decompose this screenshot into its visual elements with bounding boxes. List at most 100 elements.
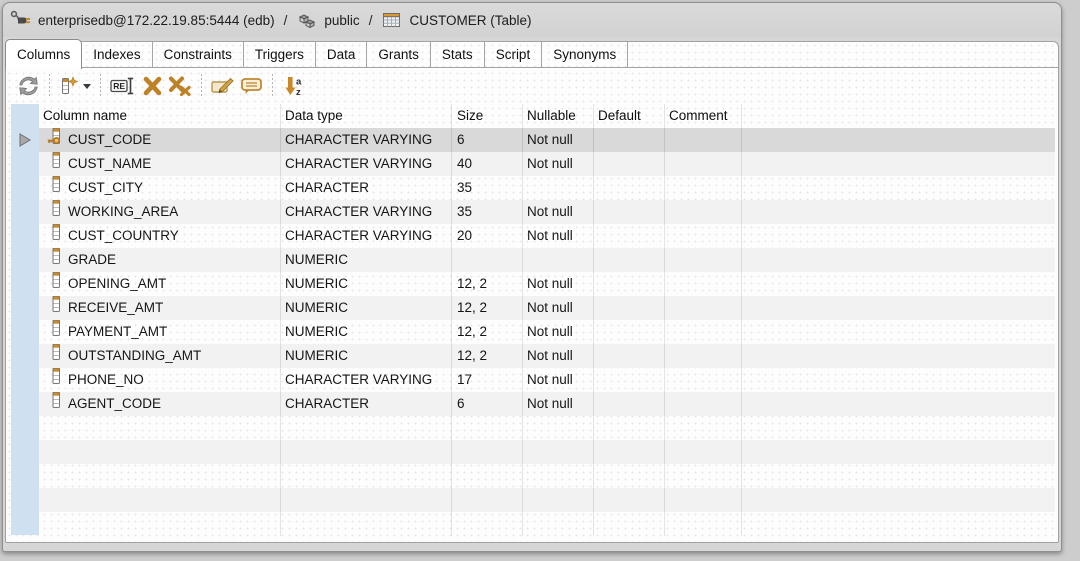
new-column-button[interactable]: [57, 72, 93, 100]
empty-row: [39, 512, 1055, 536]
edit-comment-button[interactable]: [209, 72, 237, 100]
column-icon: [47, 176, 68, 200]
cell-size: [452, 248, 523, 272]
columns-table: Column name Data type Size Nullable Defa…: [11, 104, 1055, 536]
tab-stats[interactable]: Stats: [431, 42, 485, 67]
cell-comment: [665, 200, 742, 224]
cell-default: [594, 128, 665, 152]
cell-comment: [665, 320, 742, 344]
column-name-label: CUST_NAME: [68, 152, 151, 176]
header-default[interactable]: Default: [594, 104, 665, 128]
header-comment[interactable]: Comment: [665, 104, 742, 128]
cell-empty: [281, 464, 452, 488]
table-row[interactable]: AGENT_CODECHARACTER6Not null: [39, 392, 1055, 416]
tab-script[interactable]: Script: [485, 42, 543, 67]
table-row[interactable]: GRADE NUMERIC: [39, 248, 1055, 272]
new-column-icon: [59, 76, 79, 96]
column-name-label: AGENT_CODE: [68, 392, 161, 416]
table-row[interactable]: WORKING_AREACHARACTER VARYING35Not null: [39, 200, 1055, 224]
cell-empty: [665, 416, 742, 440]
breadcrumb-connection[interactable]: enterprisedb@172.22.19.85:5444 (edb): [38, 13, 275, 28]
row-marker-gutter[interactable]: [11, 104, 39, 535]
tab-triggers[interactable]: Triggers: [244, 42, 316, 67]
column-name-label: GRADE: [68, 248, 116, 272]
column-icon: [47, 152, 68, 176]
cell-data-type: CHARACTER VARYING: [281, 224, 452, 248]
column-icon: [47, 320, 68, 344]
cell-size: 35: [452, 176, 523, 200]
svg-text:z: z: [296, 87, 301, 97]
breadcrumb: enterprisedb@172.22.19.85:5444 (edb) / p…: [3, 3, 1061, 37]
tab-columns[interactable]: Columns: [5, 39, 82, 69]
column-icon: [47, 224, 68, 248]
column-icon: [47, 392, 68, 416]
svg-text:a: a: [296, 77, 302, 88]
column-name-label: CUST_CITY: [68, 176, 143, 200]
header-column-name[interactable]: Column name: [39, 104, 281, 128]
cell-empty: [281, 512, 452, 536]
table-row[interactable]: OPENING_AMTNUMERIC12, 2Not null: [39, 272, 1055, 296]
cell-default: [594, 392, 665, 416]
delete-button[interactable]: [138, 72, 166, 100]
cell-default: [594, 344, 665, 368]
cell-comment: [665, 392, 742, 416]
cell-filler: [742, 392, 1055, 416]
tab-data[interactable]: Data: [316, 42, 368, 67]
cell-default: [594, 296, 665, 320]
cell-comment: [665, 224, 742, 248]
table-row[interactable]: CUST_COUNTRYCHARACTER VARYING20Not null: [39, 224, 1055, 248]
column-icon: [47, 344, 68, 368]
table-row[interactable]: CUST_NAMECHARACTER VARYING40Not null: [39, 152, 1055, 176]
refresh-icon: [17, 76, 40, 96]
comment-button[interactable]: [237, 72, 265, 100]
header-size[interactable]: Size: [452, 104, 523, 128]
cell-data-type: CHARACTER VARYING: [281, 200, 452, 224]
comment-icon: [240, 76, 263, 96]
column-name-label: RECEIVE_AMT: [68, 296, 163, 320]
cell-empty: [452, 464, 523, 488]
column-icon: [47, 272, 68, 296]
cell-empty: [39, 464, 281, 488]
table-row[interactable]: CUST_CITYCHARACTER35: [39, 176, 1055, 200]
cell-column-name: OPENING_AMT: [39, 272, 281, 296]
cell-nullable: Not null: [523, 128, 594, 152]
cell-nullable: Not null: [523, 344, 594, 368]
table-row[interactable]: RECEIVE_AMTNUMERIC12, 2Not null: [39, 296, 1055, 320]
cell-empty: [452, 488, 523, 512]
edit-comment-icon: [211, 76, 235, 96]
column-name-label: WORKING_AREA: [68, 200, 178, 224]
refresh-button[interactable]: [14, 72, 42, 100]
cell-default: [594, 152, 665, 176]
tab-indexes[interactable]: Indexes: [82, 42, 152, 67]
sort-az-button[interactable]: a z: [280, 72, 308, 100]
table-row[interactable]: PHONE_NOCHARACTER VARYING17Not null: [39, 368, 1055, 392]
cell-data-type: CHARACTER VARYING: [281, 128, 452, 152]
tab-constraints[interactable]: Constraints: [153, 42, 244, 67]
cell-column-name: PHONE_NO: [39, 368, 281, 392]
cell-filler: [742, 128, 1055, 152]
table-row[interactable]: PAYMENT_AMTNUMERIC12, 2Not null: [39, 320, 1055, 344]
header-data-type[interactable]: Data type: [281, 104, 452, 128]
header-nullable[interactable]: Nullable: [523, 104, 594, 128]
empty-row: [39, 488, 1055, 512]
cell-default: [594, 248, 665, 272]
table-row[interactable]: CUST_CODECHARACTER VARYING6Not null: [39, 128, 1055, 152]
delete-cascade-button[interactable]: [166, 72, 194, 100]
cell-comment: [665, 272, 742, 296]
cell-column-name: CUST_NAME: [39, 152, 281, 176]
tab-grants[interactable]: Grants: [367, 42, 431, 67]
rename-button[interactable]: RE: [108, 72, 138, 100]
tab-synonyms[interactable]: Synonyms: [542, 42, 628, 67]
cell-comment: [665, 128, 742, 152]
cell-comment: [665, 344, 742, 368]
breadcrumb-schema[interactable]: public: [324, 13, 359, 28]
cell-filler: [742, 176, 1055, 200]
dropdown-arrow-icon[interactable]: [83, 84, 91, 89]
columns-grid: Column name Data type Size Nullable Defa…: [39, 104, 1055, 536]
tab-bar: ColumnsIndexesConstraintsTriggersDataGra…: [6, 42, 1058, 68]
cell-size: 6: [452, 128, 523, 152]
cell-empty: [594, 440, 665, 464]
cell-data-type: NUMERIC: [281, 248, 452, 272]
table-row[interactable]: OUTSTANDING_AMTNUMERIC12, 2Not null: [39, 344, 1055, 368]
cell-nullable: Not null: [523, 224, 594, 248]
